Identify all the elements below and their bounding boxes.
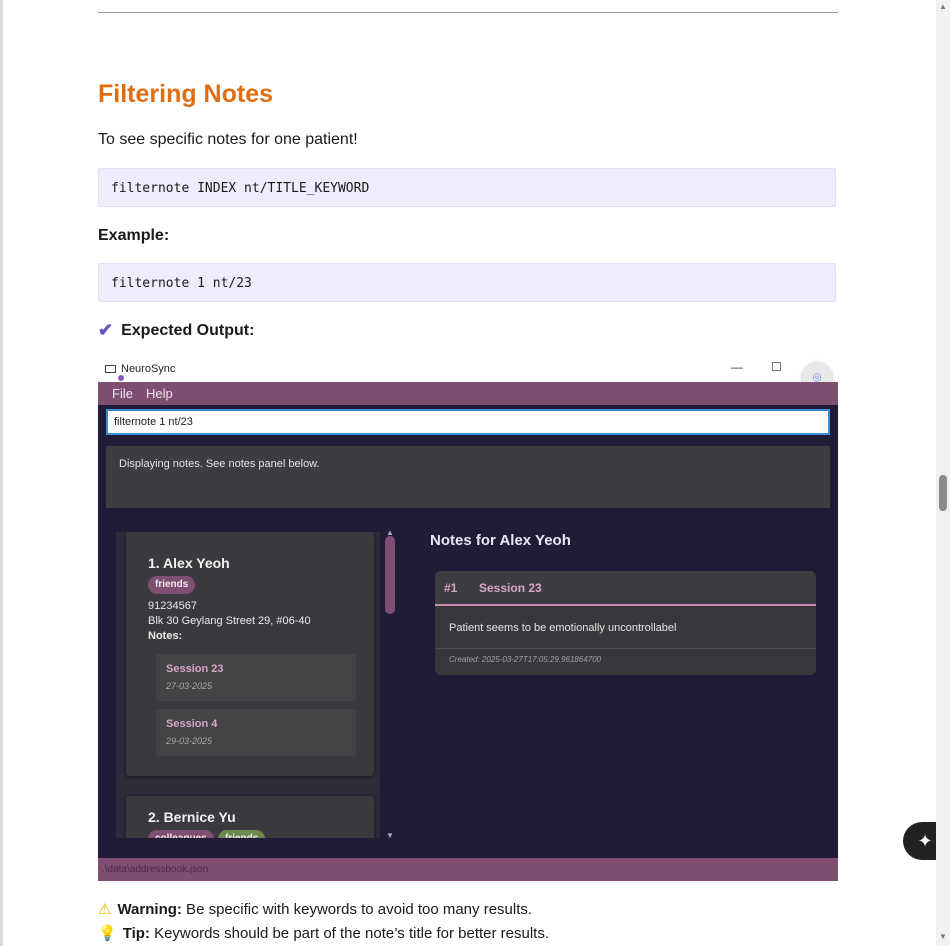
menu-help: Help: [146, 386, 173, 401]
check-icon: ✔: [98, 320, 114, 340]
tip-text: Keywords should be part of the note’s ti…: [149, 924, 550, 942]
note-detail-title: Session 23: [479, 581, 542, 595]
page-scrollbar[interactable]: ▲ ▼: [936, 0, 950, 946]
note-title: Session 4: [166, 718, 218, 730]
scroll-down-icon: ▼: [386, 831, 394, 840]
note-content: Patient seems to be emotionally uncontro…: [449, 622, 677, 634]
tag-badge: colleagues: [148, 830, 214, 838]
syntax-code-block: filternote INDEX nt/TITLE_KEYWORD: [98, 168, 836, 207]
expected-output-text: Expected Output:: [121, 321, 255, 339]
example-code-block: filternote 1 nt/23: [98, 263, 836, 302]
note-card: Session 4 29-03-2025: [156, 709, 356, 756]
expected-output-label: ✔ Expected Output:: [98, 320, 254, 341]
note-created: Created: 2025-03-27T17:05:29.961864700: [449, 655, 602, 664]
app-screenshot: NeuroSync — ☐ ✕ ⌾ File Help filternote 1…: [98, 356, 838, 881]
note-divider: [435, 648, 816, 649]
tip-callout: 💡 Tip: Keywords should be part of the no…: [98, 924, 550, 943]
person-name: 1. Alex Yeoh: [148, 555, 230, 571]
note-date: 27-03-2025: [166, 681, 213, 691]
person-card: 1. Alex Yeoh friends 91234567 Blk 30 Gey…: [126, 532, 374, 776]
example-label: Example:: [98, 227, 170, 244]
person-card: 2. Bernice Yu colleagues friends: [126, 796, 374, 838]
note-card: Session 23 27-03-2025: [156, 654, 356, 701]
indicator-dot: [118, 375, 124, 381]
person-phone: 91234567: [148, 600, 197, 612]
note-number: #1: [444, 581, 458, 595]
warning-label: Warning:: [117, 900, 182, 918]
minimize-icon: —: [731, 360, 743, 374]
left-edge: [0, 0, 3, 946]
person-name: 2. Bernice Yu: [148, 809, 236, 825]
section-heading: Filtering Notes: [98, 80, 274, 108]
doc-page: Filtering Notes To see specific notes fo…: [0, 0, 936, 946]
warning-icon: ⚠: [98, 901, 112, 918]
app-titlebar: NeuroSync — ☐ ✕: [98, 356, 838, 382]
status-bar: .\data\addressbook.json: [98, 858, 838, 881]
note-date: 29-03-2025: [166, 736, 213, 746]
tip-label: Tip:: [122, 924, 150, 942]
note-title: Session 23: [166, 663, 224, 675]
scroll-thumb: [385, 536, 395, 614]
tag-badge: friends: [148, 576, 196, 594]
command-box: filternote 1 nt/23: [106, 409, 830, 435]
warning-callout: ⚠ Warning: Be specific with keywords to …: [98, 900, 533, 919]
note-detail-card: #1 Session 23 Patient seems to be emotio…: [435, 571, 816, 675]
section-divider: [98, 12, 838, 13]
app-window-icon: [105, 365, 116, 373]
maximize-icon: ☐: [771, 360, 782, 374]
list-scrollbar: ▲ ▼: [385, 528, 395, 840]
scroll-up-icon[interactable]: ▲: [939, 2, 947, 11]
section-intro: To see specific notes for one patient!: [98, 131, 358, 148]
menu-file: File: [112, 386, 133, 401]
notes-label: Notes:: [148, 630, 183, 642]
notes-panel-heading: Notes for Alex Yeoh: [430, 532, 571, 549]
tag-badge: friends: [218, 830, 266, 838]
app-menubar: File Help: [98, 382, 838, 405]
person-address: Blk 30 Geylang Street 29, #06-40: [148, 615, 311, 627]
person-list-panel: 1. Alex Yeoh friends 91234567 Blk 30 Gey…: [116, 532, 380, 838]
scroll-down-icon[interactable]: ▼: [939, 932, 947, 941]
lightbulb-icon: 💡: [98, 925, 117, 942]
warning-text: Be specific with keywords to avoid too m…: [181, 900, 533, 918]
scroll-thumb[interactable]: [939, 475, 947, 511]
result-display: Displaying notes. See notes panel below.: [106, 446, 830, 508]
app-window-title: NeuroSync: [121, 363, 176, 375]
